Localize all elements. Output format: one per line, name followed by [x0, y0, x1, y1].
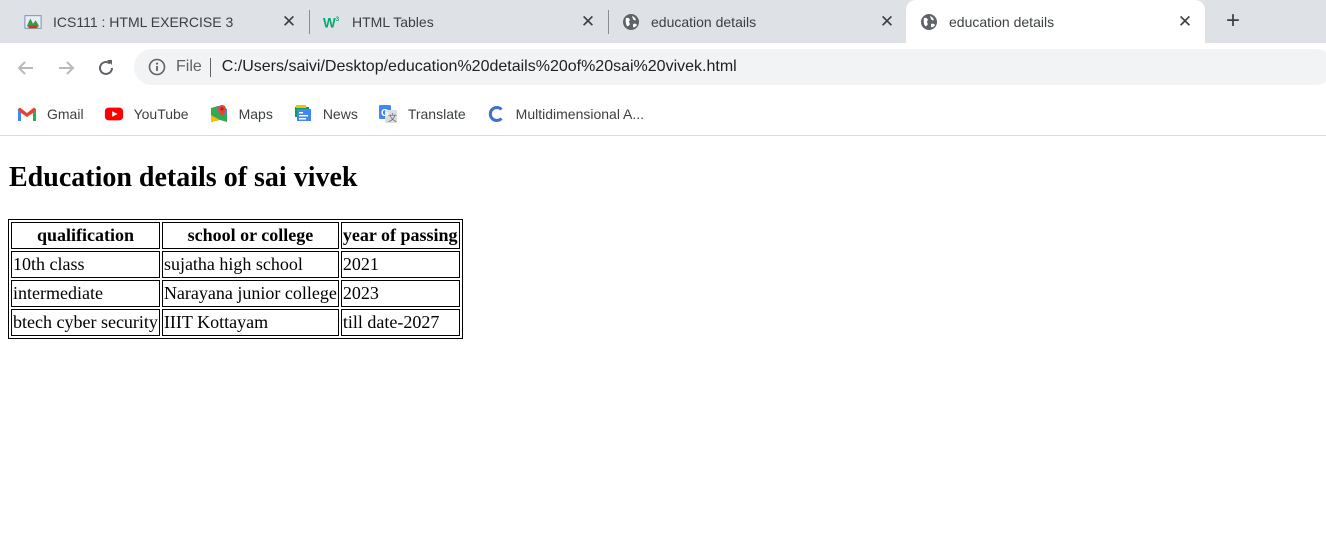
bookmark-multidimensional[interactable]: Multidimensional A...: [486, 105, 644, 123]
bookmark-gmail[interactable]: Gmail: [17, 105, 84, 123]
education-table: qualification school or college year of …: [8, 219, 463, 339]
table-header-row: qualification school or college year of …: [11, 222, 460, 249]
table-cell: Narayana junior college: [161, 280, 339, 307]
page-heading: Education details of sai vivek: [9, 162, 358, 193]
address-bar[interactable]: File C:/Users/saivi/Desktop/education%20…: [134, 49, 1326, 85]
c-logo-icon: [486, 105, 506, 123]
url-text[interactable]: C:/Users/saivi/Desktop/education%20detai…: [222, 58, 737, 76]
header-school-or-college: school or college: [161, 222, 339, 249]
tab-education-details-active[interactable]: education details ✕: [906, 0, 1205, 43]
info-icon[interactable]: [148, 58, 166, 76]
table-row: intermediate Narayana junior college 202…: [11, 280, 460, 307]
header-qualification: qualification: [11, 222, 160, 249]
bookmark-label: YouTube: [133, 105, 189, 122]
tab-html-tables[interactable]: W 3 HTML Tables ✕: [313, 0, 607, 43]
close-icon[interactable]: ✕: [1176, 12, 1194, 31]
youtube-icon: [104, 105, 124, 123]
tab-separator: [608, 10, 609, 34]
new-tab-button[interactable]: +: [1222, 9, 1244, 33]
bookmark-maps[interactable]: Maps: [209, 104, 273, 123]
tab-title: ICS111 : HTML EXERCISE 3: [53, 13, 234, 30]
bookmark-label: Maps: [238, 105, 273, 122]
tab-ics111[interactable]: ICS111 : HTML EXERCISE 3 ✕: [14, 0, 308, 43]
table-cell: sujatha high school: [161, 251, 339, 278]
bookmark-label: Translate: [407, 105, 466, 122]
toolbar: File C:/Users/saivi/Desktop/education%20…: [0, 43, 1326, 92]
forward-arrow-icon[interactable]: [54, 56, 78, 80]
table-row: btech cyber security IIIT Kottayam till …: [11, 309, 460, 336]
close-icon[interactable]: ✕: [280, 12, 298, 31]
svg-text:W: W: [323, 15, 336, 30]
bookmark-label: Multidimensional A...: [515, 105, 645, 122]
page-content: Education details of sai vivek qualifica…: [0, 162, 1326, 339]
news-icon: [293, 104, 313, 123]
maps-icon: [209, 104, 229, 123]
table-cell: btech cyber security: [11, 309, 160, 336]
table-row: 10th class sujatha high school 2021: [11, 251, 460, 278]
tab-title: education details: [651, 13, 757, 30]
bookmark-news[interactable]: News: [293, 104, 358, 123]
table-cell: 10th class: [11, 251, 160, 278]
url-scheme-label: File: [176, 58, 202, 75]
reload-icon[interactable]: [94, 56, 118, 80]
table-cell: 2021: [340, 251, 460, 278]
w3schools-icon: W 3: [323, 13, 341, 31]
close-icon[interactable]: ✕: [579, 12, 597, 31]
tab-education-details[interactable]: education details ✕: [612, 0, 906, 43]
bookmark-label: Gmail: [47, 105, 84, 122]
bookmark-youtube[interactable]: YouTube: [104, 105, 189, 123]
globe-icon: [920, 13, 938, 31]
url-divider: [209, 57, 211, 77]
gmail-icon: [17, 105, 37, 123]
svg-text:3: 3: [336, 16, 340, 23]
tab-title: HTML Tables: [352, 13, 434, 30]
svg-text:文: 文: [388, 112, 397, 123]
close-icon[interactable]: ✕: [878, 12, 896, 31]
bookmark-label: News: [322, 105, 358, 122]
back-arrow-icon[interactable]: [14, 56, 38, 80]
header-year-of-passing: year of passing: [340, 222, 460, 249]
tab-separator: [309, 10, 310, 34]
tab-title: education details: [949, 13, 1055, 30]
table-cell: till date-2027: [340, 309, 460, 336]
globe-icon: [622, 13, 640, 31]
tab-strip: ICS111 : HTML EXERCISE 3 ✕ W 3 HTML Tabl…: [0, 0, 1326, 43]
table-cell: IIIT Kottayam: [161, 309, 339, 336]
bookmark-translate[interactable]: G 文 Translate: [378, 104, 466, 123]
table-cell: 2023: [340, 280, 460, 307]
translate-icon: G 文: [378, 104, 398, 123]
moodle-logo-icon: [24, 13, 42, 31]
bookmarks-bar: Gmail YouTube Maps News G 文 Translate Mu…: [0, 92, 1326, 136]
table-cell: intermediate: [11, 280, 160, 307]
